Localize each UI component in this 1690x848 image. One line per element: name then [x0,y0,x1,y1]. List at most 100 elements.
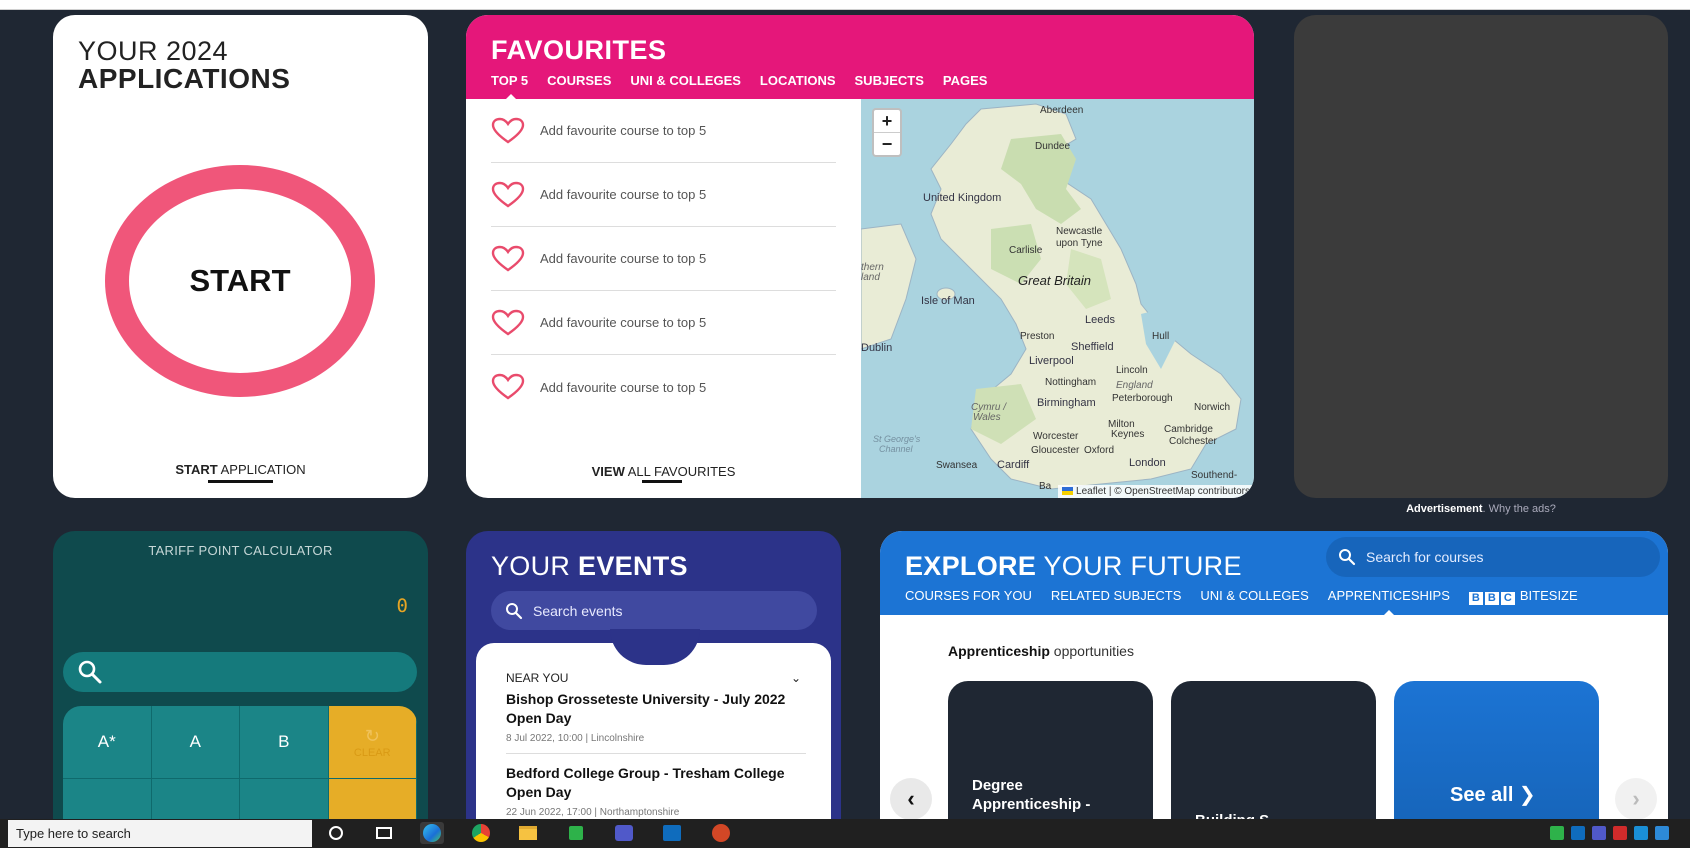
tray-chat-icon[interactable] [1550,826,1564,840]
start-ring-button[interactable]: START [105,165,375,397]
map-label: Channel [879,444,913,454]
map-label: Cambridge [1164,424,1213,435]
heart-icon[interactable] [491,181,525,209]
tab-uni-colleges[interactable]: UNI & COLLEGES [1200,588,1308,605]
favourite-placeholder-text: Add favourite course to top 5 [540,379,707,395]
map-label: Great Britain [1018,273,1091,288]
tariff-search-input[interactable] [63,652,417,692]
grade-key-b[interactable]: B [240,706,329,779]
tray-antivirus-icon[interactable] [1613,826,1627,840]
favourite-placeholder-text: Add favourite course to top 5 [540,315,707,330]
favourite-placeholder-text: Add favourite course to top 5 [540,251,707,266]
zoom-out-button[interactable]: − [874,133,900,156]
tab-pages[interactable]: PAGES [943,73,988,88]
explore-tabs: COURSES FOR YOU RELATED SUBJECTS UNI & C… [905,588,1578,616]
map-label: Liverpool [1029,355,1074,367]
list-item[interactable]: Add favourite course to top 5 [491,163,836,227]
heart-icon[interactable] [491,373,525,401]
event-name: Bishop Grosseteste University - July 202… [506,691,786,726]
see-all-label: See all ❯ [1450,784,1536,806]
favourites-tabs: TOP 5 COURSES UNI & COLLEGES LOCATIONS S… [491,73,988,100]
map-label: Swansea [936,460,978,471]
uk-map[interactable]: + − Aberdeen Dundee United Kingdom Newca… [861,99,1254,498]
explore-card: EXPLORE YOUR FUTURE Search for courses C… [880,531,1668,848]
start-application-link[interactable]: START APPLICATION [53,462,428,477]
map-label: Worcester [1033,431,1079,442]
tab-related-subjects[interactable]: RELATED SUBJECTS [1051,588,1182,605]
tab-top5[interactable]: TOP 5 [491,73,528,100]
powerpoint-icon[interactable] [709,822,733,844]
map-label: Oxford [1084,445,1115,456]
heart-icon[interactable] [491,117,525,145]
teams-icon[interactable] [612,822,636,844]
file-explorer-icon[interactable] [516,822,540,844]
tab-bbc-bitesize[interactable]: B B C BITESIZE [1468,588,1578,605]
tab-courses-for-you[interactable]: COURSES FOR YOU [905,588,1032,605]
heart-icon[interactable] [491,245,525,273]
grade-key-a-star[interactable]: A* [63,706,152,779]
favourites-header: FAVOURITES TOP 5 COURSES UNI & COLLEGES … [466,15,1254,100]
view-all-favourites-link[interactable]: VIEW ALL FAVOURITES [466,464,861,479]
zoom-in-button[interactable]: + [874,110,900,133]
apprenticeship-subtitle: Apprenticeship opportunities [948,643,1134,659]
map-label: Dundee [1035,141,1071,152]
favourites-list: Add favourite course to top 5 Add favour… [491,99,836,419]
carousel-prev-button[interactable]: ‹ [890,778,932,820]
map-label: Keynes [1111,429,1145,440]
map-label: Newcastle [1056,226,1103,237]
carousel-next-button[interactable]: › [1615,778,1657,820]
map-attribution[interactable]: Leaflet | © OpenStreetMap contributors [1058,485,1254,498]
explore-title: EXPLORE YOUR FUTURE [905,551,1242,581]
tile-title: Degree Apprenticeship - [972,777,1091,813]
taskbar-search-input[interactable]: Type here to search [8,820,312,847]
list-item[interactable]: Bishop Grosseteste University - July 202… [506,690,806,744]
start-application-underline [208,480,273,483]
chat-app-icon[interactable] [564,822,588,844]
tariff-calculator-card: TARIFF POINT CALCULATOR 0 A* A B ↻ CLEAR… [53,531,428,848]
search-icon [78,660,102,684]
outlook-icon[interactable] [660,822,684,844]
tray-app-icon[interactable] [1634,826,1648,840]
tray-outlook-icon[interactable] [1571,826,1585,840]
events-card: YOUR EVENTS Search events NEAR YOU ⌄ Bis… [466,531,841,848]
cortana-icon[interactable] [324,822,348,844]
heart-icon[interactable] [491,309,525,337]
events-search-input[interactable]: Search events [491,591,817,630]
list-item[interactable]: Add favourite course to top 5 [491,291,836,355]
tariff-score: 0 [396,595,408,617]
advertisement-label: Advertisement. Why the ads? [1406,503,1556,515]
clear-label: CLEAR [353,746,391,759]
tray-user-icon[interactable] [1655,826,1669,840]
task-view-icon[interactable] [372,822,396,844]
course-search-input[interactable]: Search for courses [1326,537,1660,577]
tray-teams-icon[interactable] [1592,826,1606,840]
edge-icon[interactable] [420,822,444,844]
list-item[interactable]: Add favourite course to top 5 [491,227,836,291]
map-label: Isle of Man [921,295,975,307]
tab-uni-colleges[interactable]: UNI & COLLEGES [630,73,741,88]
list-item[interactable]: Add favourite course to top 5 [491,99,836,163]
list-item[interactable]: Add favourite course to top 5 [491,355,836,419]
map-label: upon Tyne [1056,238,1103,249]
map-zoom-control: + − [872,108,902,157]
map-label: Wales [973,412,1001,423]
tab-apprenticeships[interactable]: APPRENTICESHIPS [1328,588,1450,616]
map-label: Norwich [1194,402,1231,413]
search-icon [1339,549,1356,566]
map-label: Lincoln [1116,365,1148,376]
list-item[interactable]: Bedford College Group - Tresham College … [506,764,806,818]
clear-button[interactable]: ↻ CLEAR [328,706,417,779]
tab-locations[interactable]: LOCATIONS [760,73,836,88]
map-label: Preston [1020,331,1055,342]
map-label: Gloucester [1031,445,1080,456]
chevron-down-icon[interactable]: ⌄ [791,671,801,685]
map-label: London [1129,457,1166,469]
grade-key-a[interactable]: A [151,706,240,779]
tab-subjects[interactable]: SUBJECTS [855,73,924,88]
chrome-icon[interactable] [469,822,493,844]
divider [506,753,806,754]
tariff-title: TARIFF POINT CALCULATOR [148,543,333,558]
tab-courses[interactable]: COURSES [547,73,611,88]
advertisement-slot[interactable] [1294,15,1668,498]
why-the-ads-link[interactable]: . Why the ads? [1483,503,1556,515]
